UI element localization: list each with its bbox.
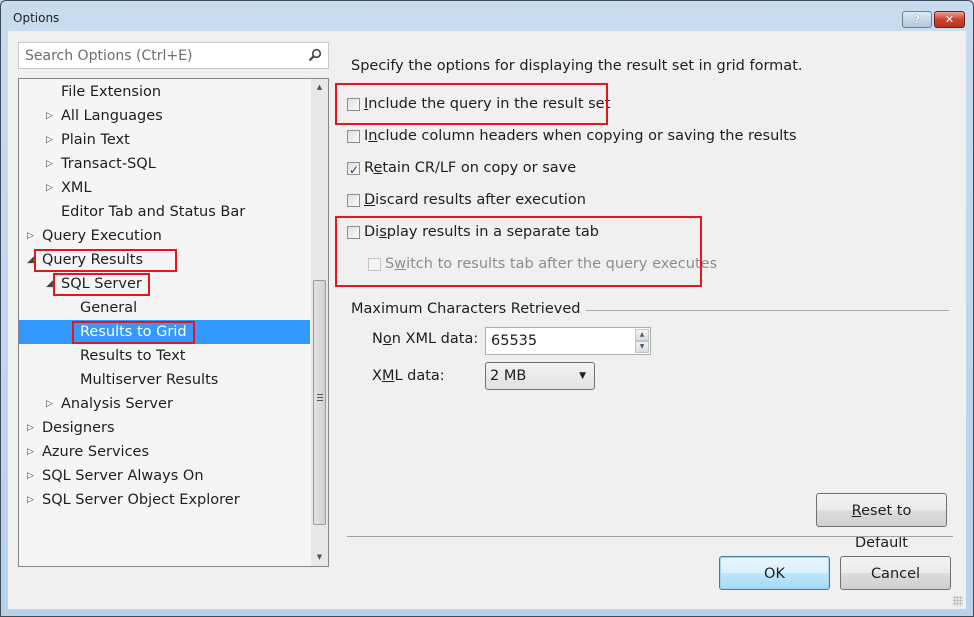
help-button[interactable]: ?: [902, 11, 932, 28]
search-options-input[interactable]: [23, 45, 303, 66]
close-button[interactable]: ✕: [934, 11, 965, 28]
tree-item[interactable]: General: [19, 296, 310, 320]
tree-item-label: General: [80, 300, 138, 316]
annotation-box-include-query: [335, 83, 608, 125]
button-separator: [347, 536, 953, 537]
tree-item[interactable]: ▷ Designers: [19, 416, 310, 440]
tree-item[interactable]: Results to Grid: [19, 320, 310, 344]
collapsed-arrow-icon[interactable]: ▷: [27, 488, 37, 512]
tree-item[interactable]: File Extension: [19, 80, 310, 104]
tree-item-label: Editor Tab and Status Bar: [61, 204, 246, 220]
collapsed-arrow-icon[interactable]: ▷: [46, 392, 56, 416]
checkbox-checked[interactable]: [347, 159, 360, 181]
spin-down-icon[interactable]: ▼: [635, 341, 649, 353]
title-bar[interactable]: Options ? ✕: [1, 1, 973, 31]
tree-item-label: Azure Services: [42, 444, 150, 460]
tree-scrollbar[interactable]: ▲ ▼: [311, 79, 328, 566]
tree-item[interactable]: ▷ All Languages: [19, 104, 310, 128]
xml-data-label: XML data:: [372, 368, 445, 384]
annotation-box: [72, 321, 195, 344]
options-dialog: Options ? ✕ File Extension ▷ All Languages…: [0, 0, 974, 617]
search-options-box[interactable]: [18, 42, 329, 69]
non-xml-data-spinner[interactable]: ▲ ▼: [485, 327, 651, 355]
tree-item[interactable]: ▷ Query Execution: [19, 224, 310, 248]
tree-item-label: Query Execution: [42, 228, 162, 244]
collapsed-arrow-icon[interactable]: ▷: [46, 128, 56, 152]
annotation-box: [34, 249, 177, 272]
options-tree: File Extension ▷ All Languages ▷ Plain Text ▷…: [18, 78, 329, 567]
tree-item[interactable]: ▷ Analysis Server: [19, 392, 310, 416]
collapsed-arrow-icon[interactable]: ▷: [27, 224, 37, 248]
tree-item[interactable]: ◢ Query Results: [19, 248, 310, 272]
collapsed-arrow-icon[interactable]: ▷: [27, 416, 37, 440]
scroll-down-arrow-icon[interactable]: ▼: [311, 549, 328, 566]
tree-item[interactable]: ▷ Plain Text: [19, 128, 310, 152]
tree-item-label: Results to Text: [80, 348, 186, 364]
checkbox[interactable]: [347, 194, 360, 207]
tree-item-label: SQL Server Always On: [42, 468, 204, 484]
tree-item[interactable]: ▷ Transact-SQL: [19, 152, 310, 176]
tree-item[interactable]: Multiserver Results: [19, 368, 310, 392]
ok-button[interactable]: OK: [719, 556, 830, 590]
collapsed-arrow-icon[interactable]: ▷: [46, 104, 56, 128]
tree-item-label: Designers: [42, 420, 115, 436]
dialog-client-area: File Extension▷All Languages▷Plain Text▷…: [8, 31, 966, 609]
tree-item[interactable]: Results to Text: [19, 344, 310, 368]
tree-item[interactable]: ▷ SQL Server Object Explorer: [19, 488, 310, 512]
grip-icon: [317, 394, 323, 402]
tree-item-label: File Extension: [61, 84, 162, 100]
tree-item[interactable]: ▷ XML: [19, 176, 310, 200]
option-label: Retain CR/LF on copy or save: [364, 160, 577, 176]
option-label: Discard results after execution: [364, 192, 586, 208]
tree-item-label: Multiserver Results: [80, 372, 219, 388]
scroll-up-arrow-icon[interactable]: ▲: [311, 79, 328, 96]
help-icon: ?: [913, 13, 921, 26]
search-icon[interactable]: [308, 48, 322, 62]
non-xml-data-input[interactable]: [489, 330, 629, 352]
annotation-box: [53, 273, 150, 296]
window-title: Options: [13, 11, 60, 25]
chevron-down-icon: ▼: [579, 371, 586, 381]
tree-item-label: Plain Text: [61, 132, 130, 148]
tree-item[interactable]: ▷ SQL Server Always On: [19, 464, 310, 488]
tree-item-label: XML: [61, 180, 92, 196]
collapsed-arrow-icon[interactable]: ▷: [46, 176, 56, 200]
tree-item[interactable]: ◢ SQL Server: [19, 272, 310, 296]
annotation-box-separate-tab: [335, 216, 702, 287]
xml-data-select[interactable]: 2 MB ▼: [485, 362, 595, 390]
tree-item-label: Analysis Server: [61, 396, 173, 412]
spin-up-icon[interactable]: ▲: [635, 329, 649, 341]
close-icon: ✕: [944, 13, 955, 26]
page-description: Specify the options for displaying the r…: [351, 58, 803, 74]
non-xml-data-label: Non XML data:: [372, 331, 479, 347]
collapsed-arrow-icon[interactable]: ▷: [27, 464, 37, 488]
collapsed-arrow-icon[interactable]: ▷: [27, 440, 37, 464]
cancel-button[interactable]: Cancel: [840, 556, 951, 590]
tree-item-label: All Languages: [61, 108, 163, 124]
tree-item[interactable]: ▷ Azure Services: [19, 440, 310, 464]
tree-item-label: SQL Server Object Explorer: [42, 492, 240, 508]
option-label: Include column headers when copying or s…: [364, 128, 797, 144]
tree-item-label: Transact-SQL: [61, 156, 156, 172]
reset-to-default-button[interactable]: Reset to Default: [816, 493, 947, 551]
collapsed-arrow-icon[interactable]: ▷: [46, 152, 56, 176]
resize-grip-icon[interactable]: [953, 596, 963, 606]
scroll-thumb[interactable]: [313, 280, 326, 525]
xml-data-value: 2 MB: [490, 368, 527, 384]
checkbox[interactable]: [347, 130, 360, 143]
group-divider: [586, 310, 949, 311]
tree-item[interactable]: Editor Tab and Status Bar: [19, 200, 310, 224]
group-title: Maximum Characters Retrieved: [351, 301, 581, 317]
